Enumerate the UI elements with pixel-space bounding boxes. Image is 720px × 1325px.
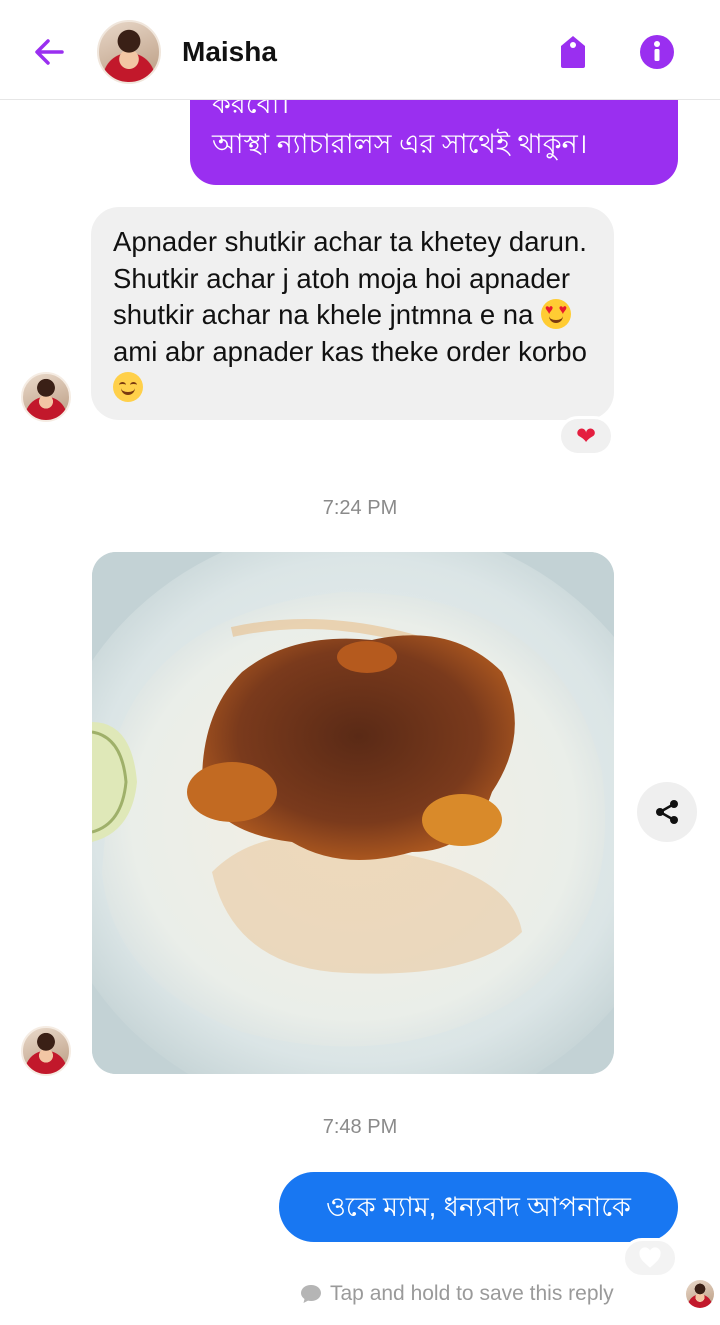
sender-avatar[interactable] — [21, 372, 71, 422]
seen-receipt-avatar — [686, 1280, 714, 1308]
info-icon[interactable] — [637, 32, 677, 72]
sender-avatar[interactable] — [21, 1026, 71, 1076]
heart-reaction[interactable]: ❤ — [558, 416, 614, 456]
chat-bubble-icon — [301, 1285, 321, 1303]
tag-icon[interactable] — [553, 32, 593, 72]
chat-header: Maisha — [0, 0, 720, 100]
timestamp: 7:48 PM — [322, 1116, 398, 1138]
message-text: ami abr apnader kas theke order korbo — [113, 335, 587, 367]
share-button[interactable] — [637, 782, 697, 842]
outgoing-message-bubble[interactable]: ওকে ম্যাম, ধন্যবাদ আপনাকে — [279, 1172, 678, 1242]
back-arrow-icon[interactable] — [28, 30, 72, 74]
heart-icon: ❤ — [575, 422, 597, 450]
incoming-message-bubble[interactable]: Apnader shutkir achar ta khetey darun. S… — [91, 207, 614, 420]
add-reaction-button[interactable] — [622, 1238, 678, 1278]
food-photo-image — [92, 552, 614, 1074]
contact-avatar[interactable] — [97, 20, 161, 84]
contact-name[interactable]: Maisha — [182, 36, 277, 68]
message-text: Apnader shutkir achar ta khetey darun. S… — [113, 226, 587, 330]
save-hint-text: Tap and hold to save this reply — [330, 1282, 614, 1305]
heart-outline-icon — [639, 1247, 661, 1268]
message-text: ওকে ম্যাম, ধন্যবাদ আপনাকে — [326, 1192, 631, 1222]
food-photo-message[interactable] — [92, 552, 614, 1074]
smiling-face-emoji-icon — [113, 372, 143, 402]
message-text: আস্থা ন্যাচারালস এর সাথেই থাকুন। — [212, 129, 588, 159]
timestamp: 7:24 PM — [322, 497, 398, 519]
share-icon — [656, 800, 678, 824]
heart-eyes-emoji-icon — [541, 299, 572, 329]
save-reply-hint[interactable]: Tap and hold to save this reply — [300, 1282, 614, 1306]
